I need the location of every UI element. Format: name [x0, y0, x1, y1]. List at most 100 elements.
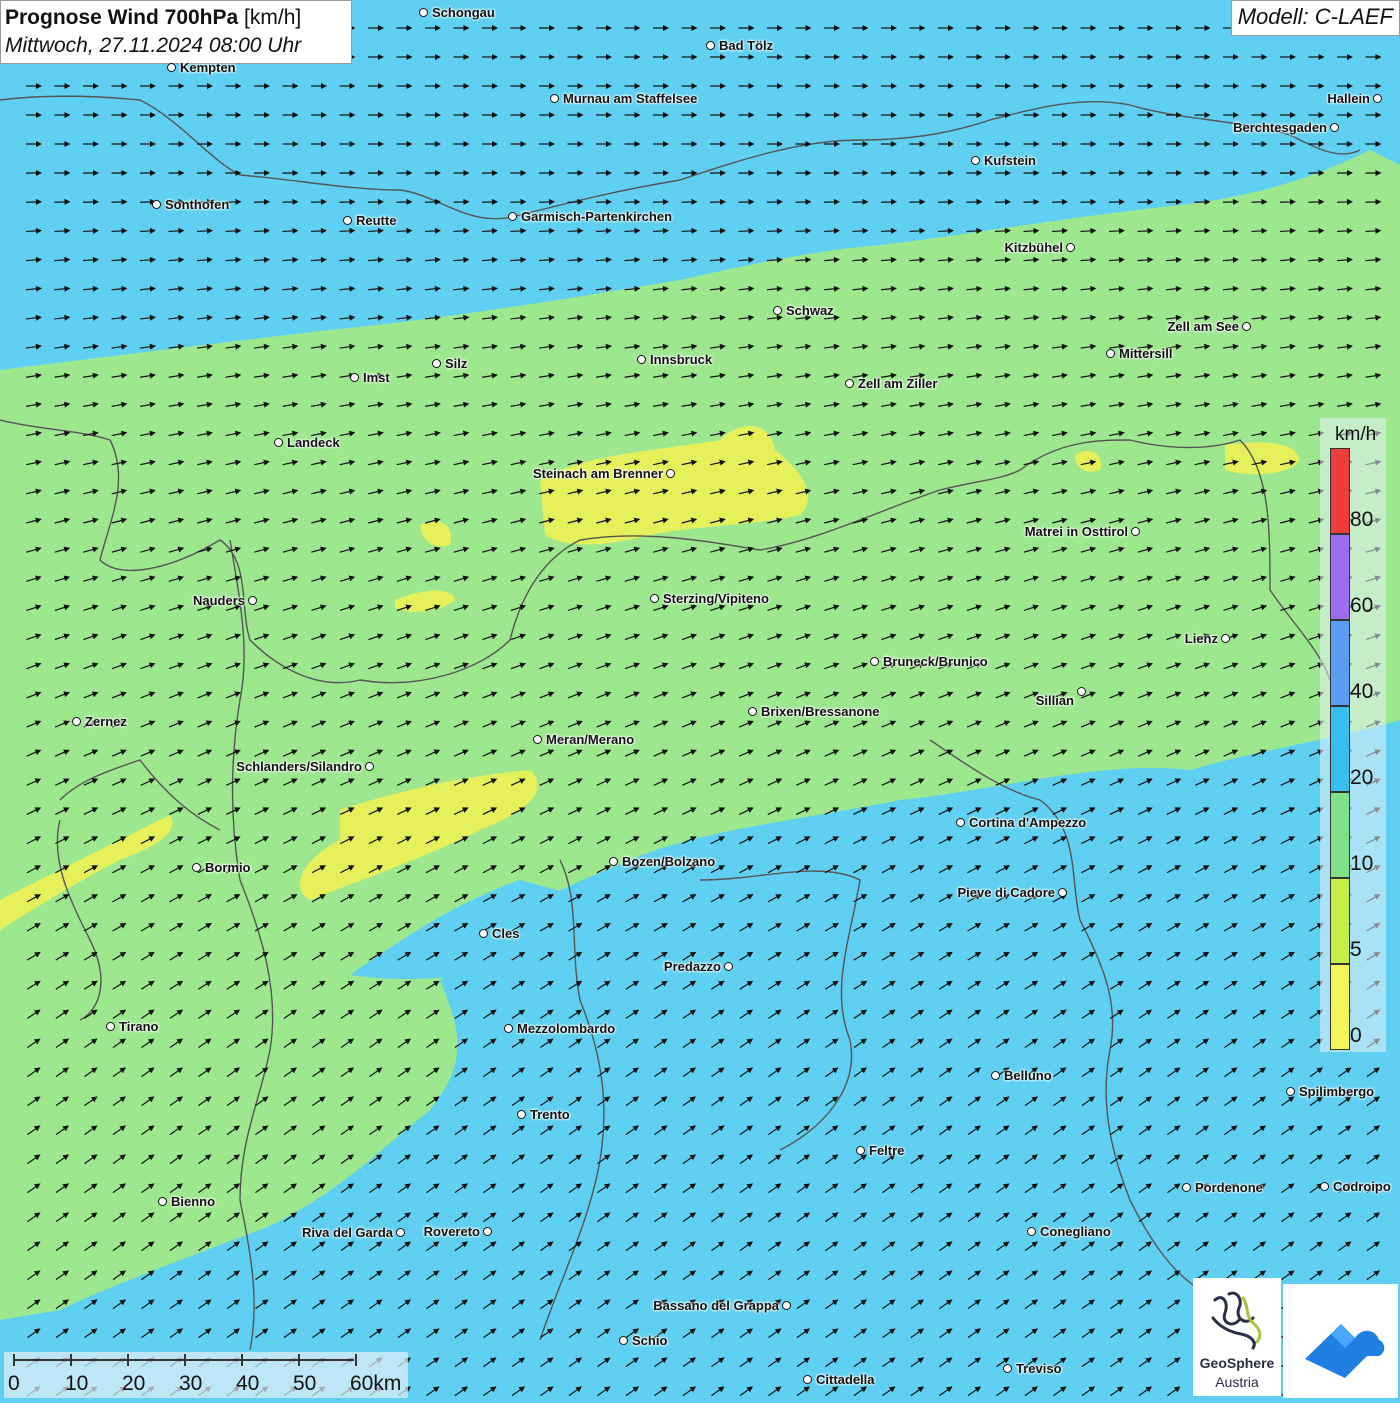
wind-arrow: [739, 25, 755, 31]
wind-arrow: [909, 285, 925, 292]
wind-arrow: [823, 689, 840, 700]
wind-arrow: [1222, 574, 1239, 584]
wind-arrow: [1279, 805, 1296, 817]
wind-arrow: [852, 170, 868, 176]
wind-arrow: [254, 1326, 271, 1340]
wind-arrow: [26, 1239, 43, 1253]
wind-arrow: [54, 372, 71, 380]
wind-arrow: [368, 343, 385, 351]
city-marker: [1330, 123, 1339, 132]
wind-arrow: [425, 401, 442, 410]
wind-arrow: [1194, 920, 1211, 933]
wind-arrow: [368, 949, 385, 962]
wind-arrow: [226, 141, 242, 147]
city-marker: [1106, 349, 1115, 358]
wind-arrow: [453, 805, 470, 817]
wind-arrow: [767, 372, 784, 380]
wind-arrow: [596, 314, 613, 322]
wind-arrow: [966, 1239, 983, 1253]
wind-arrow: [738, 1181, 755, 1195]
wind-arrow: [168, 170, 184, 176]
wind-arrow: [710, 516, 727, 526]
wind-arrow: [254, 458, 271, 467]
wind-arrow: [1080, 458, 1097, 467]
wind-arrow: [1365, 256, 1381, 263]
wind-arrow: [881, 487, 898, 497]
wind-arrow: [1166, 1268, 1183, 1282]
wind-arrow: [1080, 1181, 1097, 1195]
wind-arrow: [624, 285, 640, 292]
wind-arrow: [1251, 487, 1268, 497]
wind-arrow: [767, 54, 783, 60]
wind-arrow: [482, 83, 498, 89]
wind-arrow: [26, 430, 43, 439]
wind-arrow: [111, 949, 128, 962]
wind-arrow: [881, 1094, 898, 1108]
wind-arrow: [738, 1152, 755, 1166]
wind-arrow: [1080, 228, 1096, 235]
wind-arrow: [795, 1355, 812, 1369]
wind-arrow: [482, 285, 498, 292]
wind-arrow: [795, 1181, 812, 1195]
wind-arrow: [824, 863, 841, 876]
wind-arrow: [83, 372, 100, 380]
wind-arrow: [1080, 574, 1097, 584]
wind-arrow: [653, 401, 670, 410]
wind-arrow: [425, 1094, 442, 1108]
wind-arrow: [1280, 285, 1296, 292]
legend-tick-label: 80: [1350, 508, 1373, 532]
wind-arrow: [1194, 1065, 1211, 1079]
wind-arrow: [1080, 632, 1097, 643]
wind-arrow: [311, 978, 328, 992]
wind-arrow: [425, 25, 441, 31]
wind-arrow: [539, 1094, 556, 1108]
wind-arrow: [1222, 689, 1239, 700]
wind-arrow: [425, 978, 442, 992]
legend-tick-label: 40: [1350, 680, 1373, 704]
wind-arrow: [966, 949, 983, 962]
wind-arrow: [795, 170, 811, 176]
wind-arrow: [796, 54, 812, 60]
wind-arrow: [111, 401, 128, 410]
wind-arrow: [966, 603, 983, 614]
wind-arrow: [938, 863, 955, 876]
wind-arrow: [1109, 1355, 1126, 1369]
wind-arrow: [938, 1355, 955, 1369]
wind-arrow: [425, 1268, 442, 1282]
city-marker: [1242, 322, 1251, 331]
city-marker: [666, 469, 675, 478]
wind-arrow: [881, 430, 898, 439]
wind-arrow: [225, 343, 242, 351]
wind-arrow: [767, 25, 783, 31]
city-marker: [1077, 687, 1086, 696]
wind-arrow: [568, 25, 584, 31]
wind-arrow: [624, 574, 641, 584]
wind-arrow: [339, 776, 356, 788]
wind-arrow: [225, 1094, 242, 1108]
wind-arrow: [1109, 1181, 1126, 1195]
wind-arrow: [710, 54, 726, 60]
wind-arrow: [83, 1210, 100, 1224]
wind-arrow: [1308, 1268, 1325, 1282]
wind-arrow: [681, 1384, 698, 1398]
wind-arrow: [453, 632, 470, 643]
city-label: Feltre: [869, 1144, 904, 1158]
wind-arrow: [510, 776, 527, 788]
wind-arrow: [652, 545, 669, 555]
wind-arrow: [339, 314, 356, 322]
wind-arrow: [1166, 141, 1182, 147]
wind-arrow: [1052, 25, 1068, 31]
wind-arrow: [425, 1123, 442, 1137]
wind-arrow: [282, 1094, 299, 1108]
wind-arrow: [995, 1326, 1012, 1340]
wind-arrow: [624, 891, 641, 904]
wind-arrow: [539, 516, 556, 526]
wind-arrow: [367, 776, 384, 788]
wind-arrow: [1023, 1239, 1040, 1253]
wind-arrow: [1080, 1065, 1097, 1079]
wind-arrow: [967, 54, 983, 60]
wind-arrow: [1194, 949, 1211, 962]
wind-arrow: [1165, 660, 1182, 671]
wind-arrow: [909, 199, 925, 206]
wind-arrow: [396, 689, 413, 700]
